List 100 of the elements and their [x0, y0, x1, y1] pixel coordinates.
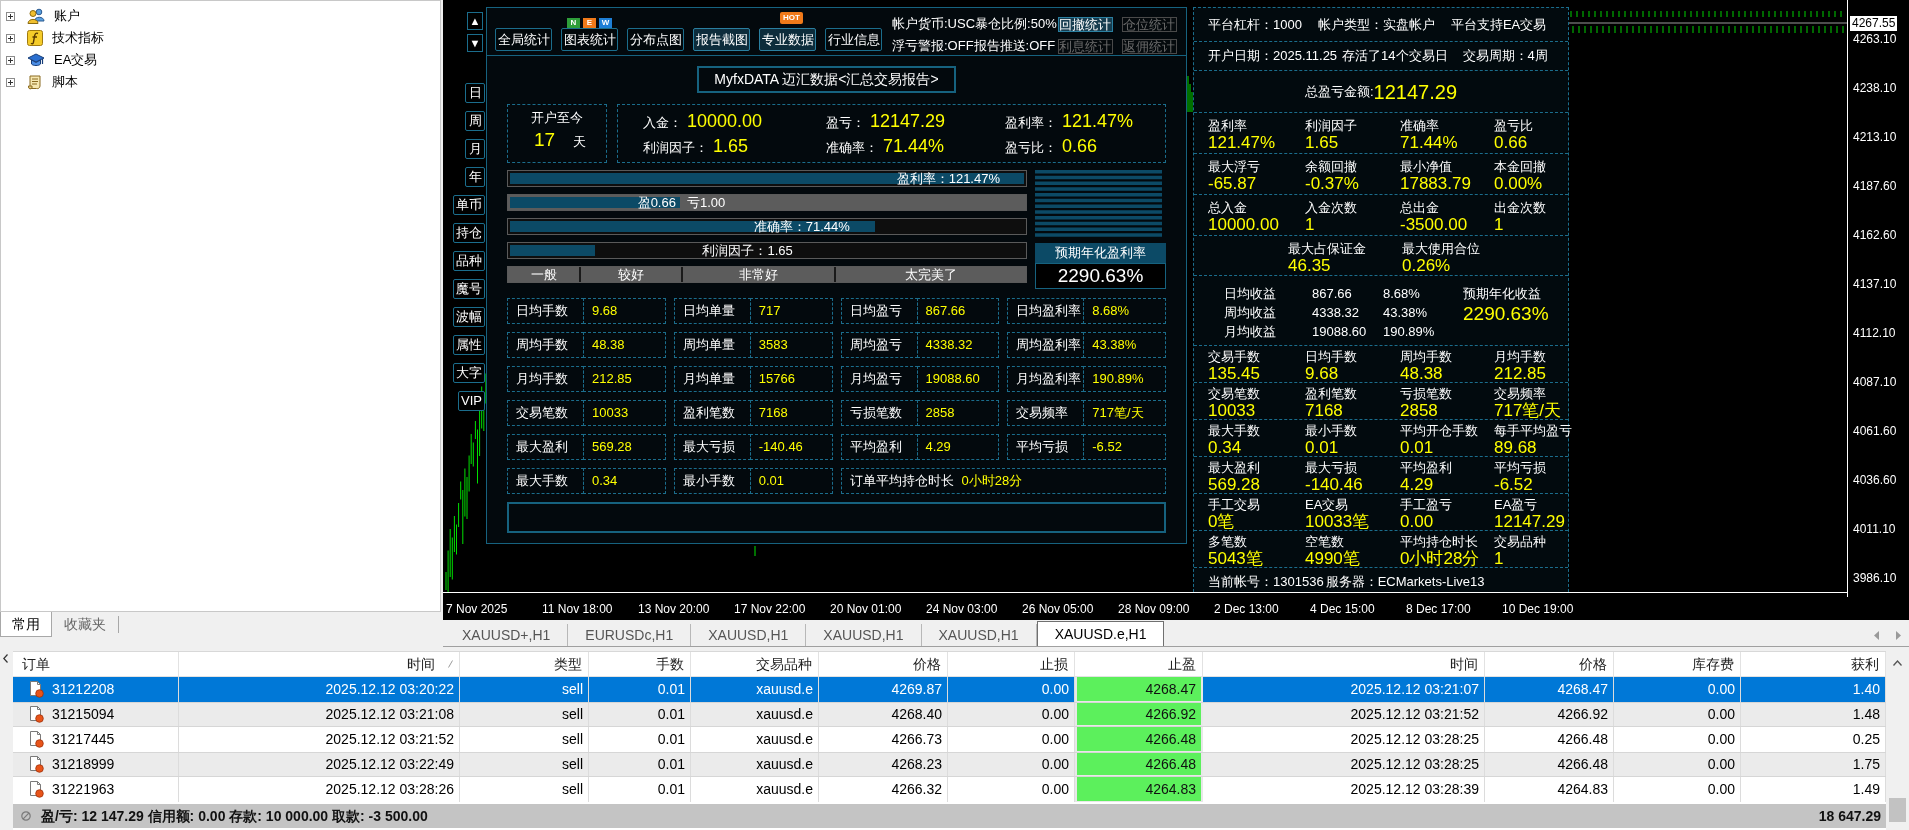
chart-tab[interactable]: XAUUSD+,H1 [445, 624, 569, 646]
toolbar-button[interactable]: 行业信息 [825, 28, 882, 51]
navigator-tab[interactable]: 常用 [0, 612, 52, 637]
stat-value: 1 [1494, 549, 1505, 568]
metric-label: 最大亏损 [673, 434, 751, 460]
side-button[interactable]: 属性 [453, 335, 485, 355]
column-header[interactable]: 库存费 [1614, 652, 1741, 676]
metric-label: 日均盈亏 [840, 298, 918, 324]
chevron-left-icon[interactable] [3, 654, 8, 663]
table-row[interactable]: 31218999 2025.12.12 03:22:49 sell 0.01 xauusd.e 4268.23 0.00 4266.48 2025.12.12 03:28:25 4266.48 0.00 1.75 [13, 752, 1886, 777]
side-button[interactable]: 波幅 [453, 307, 485, 327]
table-cell: 4268.23 [819, 753, 948, 776]
expand-icon[interactable] [6, 33, 15, 43]
column-header[interactable]: 交易品种 [691, 652, 819, 676]
side-button[interactable]: 单币 [453, 195, 485, 215]
chart-tab[interactable]: XAUUSD,H1 [691, 624, 807, 646]
column-header[interactable]: 类型 [460, 652, 589, 676]
table-cell-text: 31215094 [52, 705, 115, 724]
navigator-tab[interactable]: 收藏夹 [52, 616, 119, 633]
toolbar-button[interactable]: 图表统计 [561, 28, 618, 51]
side-button[interactable]: 日 [465, 83, 485, 103]
stat-label: 月均手数 [1494, 349, 1547, 364]
side-button[interactable]: 品种 [453, 251, 485, 271]
table-cell: 2025.12.12 03:21:52 [1203, 703, 1485, 726]
side-button[interactable]: 年 [465, 167, 485, 187]
metric-value: 3583 [749, 332, 833, 358]
column-header[interactable]: 价格 [819, 652, 948, 676]
stat-value: 0笔 [1208, 512, 1236, 531]
annual-label: 预期年化收益 [1463, 285, 1542, 303]
expand-icon[interactable] [6, 55, 15, 65]
metric-value: 19088.60 [916, 366, 1000, 392]
metric-value: 7168 [749, 400, 833, 426]
stat-value: 0.26% [1402, 256, 1452, 275]
scroll-down-button[interactable]: ▼ [467, 34, 483, 52]
column-header[interactable]: 止盈 [1075, 652, 1203, 676]
account-info: 帐户类型：实盘帐户 [1317, 15, 1435, 34]
table-row[interactable]: 31212208 2025.12.12 03:20:22 sell 0.01 xauusd.e 4269.87 0.00 4268.47 2025.12.12 03:21:07 4268.47 0.00 1.40 [13, 677, 1886, 702]
period-info: 开户日期：2025.11.25 [1208, 47, 1338, 66]
stat-button[interactable]: 回撤统计 [1057, 17, 1113, 32]
scroll-up-button[interactable]: ▲ [467, 12, 483, 30]
total-profit-value: 12147.29 [1373, 79, 1457, 105]
side-button[interactable]: 周 [465, 111, 485, 131]
side-button[interactable]: 魔号 [453, 279, 485, 299]
metric-value: 0小时28分 [961, 472, 1023, 491]
metric-label: 月均手数 [507, 366, 584, 392]
metric-value: 43.38% [1083, 332, 1166, 358]
price-label: 4061.60 [1853, 423, 1897, 438]
stat-label: 准确率 [1400, 118, 1440, 133]
metric-label: 日均单量 [673, 298, 751, 324]
summary-label: 入金： [643, 114, 682, 132]
time-label: 10 Dec 19:00 [1502, 602, 1574, 616]
stat-value: 121.47% [1208, 133, 1277, 152]
table-cell: 4266.48 [1075, 753, 1203, 776]
stat-value: 89.68 [1494, 438, 1538, 457]
price-label: 4162.60 [1853, 227, 1897, 242]
tree-item[interactable]: 技术指标 [52, 30, 104, 46]
metric-label: 平均亏损 [1007, 434, 1085, 460]
stat-value: 569.28 [1208, 475, 1261, 494]
scrollbar-thumb[interactable] [1889, 798, 1906, 822]
side-button[interactable]: 月 [465, 139, 485, 159]
status-text: 帐户货币:USC暴仓比例:50% [892, 17, 1057, 31]
chart-tab[interactable]: XAUUSD,H1 [806, 624, 922, 646]
column-header[interactable]: 止损 [948, 652, 1075, 676]
toolbar-button[interactable]: 专业数据 [759, 28, 816, 51]
summary-value: 71.44% [883, 135, 945, 157]
toolbar-button[interactable]: 全局统计 [495, 28, 552, 51]
column-header[interactable]: 手数 [589, 652, 691, 676]
table-row[interactable]: 31215094 2025.12.12 03:21:08 sell 0.01 xauusd.e 4268.40 0.00 4266.92 2025.12.12 03:21:52 4266.92 0.00 1.48 [13, 702, 1886, 727]
stat-value: 7168 [1305, 401, 1344, 420]
tree-item[interactable]: EA交易 [54, 52, 98, 68]
chart-tab[interactable]: XAUUSD.e,H1 [1036, 621, 1165, 646]
tree-item[interactable]: 脚本 [52, 74, 78, 90]
stat-label: 手工交易 [1208, 497, 1261, 512]
column-header[interactable]: 价格 [1485, 652, 1614, 676]
expand-icon[interactable] [6, 77, 15, 87]
toolbar-button[interactable]: 报告截图 [693, 28, 750, 51]
total-profit-label: 总盈亏金额: [1304, 82, 1374, 101]
stat-value: 10000.00 [1208, 215, 1280, 234]
side-button[interactable]: 持仓 [453, 223, 485, 243]
column-header[interactable]: 订单 [13, 652, 179, 676]
forecast-label: 预期年化盈利率 [1035, 243, 1166, 263]
time-label: 26 Nov 05:00 [1022, 602, 1094, 616]
toolbar-button[interactable]: 分布点图 [627, 28, 684, 51]
column-header[interactable]: 时间 [179, 652, 460, 676]
scroll-up-icon[interactable] [1893, 660, 1902, 666]
table-cell: xauusd.e [691, 703, 819, 726]
stat-label: 最大亏损 [1305, 460, 1358, 475]
metric-value: 212.85 [583, 366, 666, 392]
expand-icon[interactable] [6, 11, 15, 21]
stat-label: 多笔数 [1208, 534, 1248, 549]
tree-item[interactable]: 账户 [54, 8, 80, 24]
column-header[interactable]: 时间 [1203, 652, 1485, 676]
chart-tab[interactable]: XAUUSD,H1 [921, 624, 1037, 646]
average-percent: 43.38% [1383, 304, 1429, 322]
current-price-tag: 4267.55 [1850, 16, 1898, 31]
side-button[interactable]: 大字 [453, 363, 485, 383]
side-button[interactable]: VIP [458, 391, 485, 411]
stat-label: 最大使用合位 [1402, 241, 1480, 256]
table-cell: 4264.83 [1075, 777, 1203, 802]
chart-tab[interactable]: EURUSDc,H1 [568, 624, 692, 646]
